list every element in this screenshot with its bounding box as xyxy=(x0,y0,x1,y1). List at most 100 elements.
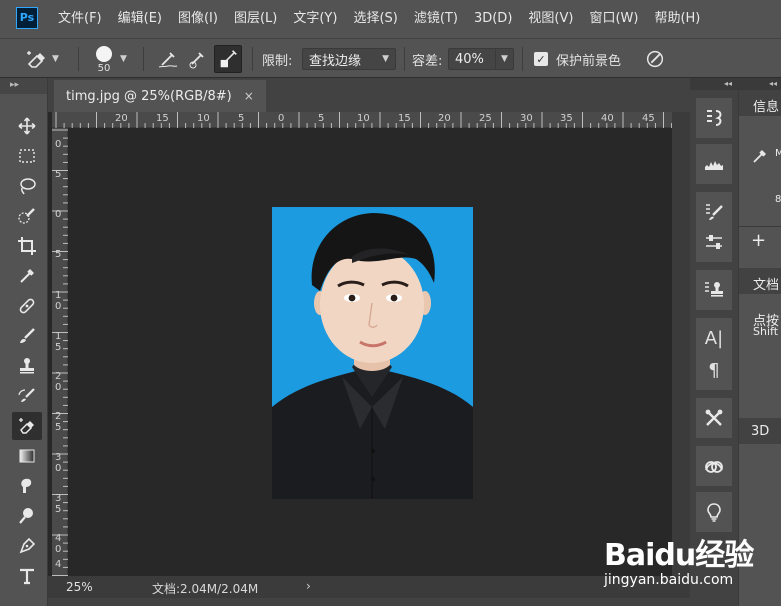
document-size: 文档:2.04M/2.04M xyxy=(152,582,259,596)
ruler-label: 2 xyxy=(55,371,62,382)
eyedropper-icon xyxy=(753,150,766,163)
menu-select[interactable]: 选择(S) xyxy=(345,0,405,38)
paragraph-panel-button[interactable]: ¶ xyxy=(696,350,732,390)
sampling-continuous-button[interactable] xyxy=(156,39,180,79)
hint-text-line2: Shift xyxy=(753,325,779,338)
watermark-url: jingyan.baidu.com xyxy=(604,572,734,588)
sampling-swatch-button[interactable] xyxy=(214,39,242,79)
status-bar-footer xyxy=(48,598,690,606)
info-bit-depth: 8 xyxy=(775,194,781,205)
menu-image[interactable]: 图像(I) xyxy=(170,0,226,38)
info-tab-label: 信息 xyxy=(753,100,780,115)
sampling-once-button[interactable] xyxy=(185,39,209,79)
ruler-label: 5 xyxy=(55,422,62,433)
histogram-panel-button[interactable] xyxy=(696,144,732,184)
background-eraser-icon xyxy=(19,418,34,434)
smudge-tool[interactable] xyxy=(12,472,42,500)
ruler-label: 20 xyxy=(115,113,128,124)
marquee-tool[interactable] xyxy=(12,142,42,170)
protect-foreground-checkbox[interactable]: ✓ xyxy=(534,52,548,66)
healing-brush-tool[interactable] xyxy=(12,292,42,320)
menu-file[interactable]: 文件(F) xyxy=(50,0,110,38)
dodge-tool[interactable] xyxy=(12,502,42,530)
menu-filter[interactable]: 滤镜(T) xyxy=(406,0,466,38)
brush-size-picker[interactable]: 50 ▼ xyxy=(92,39,127,79)
gradient-tool[interactable] xyxy=(12,442,42,470)
ruler-label: 10 xyxy=(357,113,370,124)
tolerance-dropdown-button[interactable]: ▼ xyxy=(495,49,513,69)
ruler-label: 5 xyxy=(238,113,245,124)
rectangle-marquee-icon xyxy=(19,149,35,163)
pen-icon xyxy=(19,537,36,554)
toolbar-collapse-button[interactable]: ▸▸ xyxy=(0,78,47,94)
sampling-swatch-icon xyxy=(220,50,237,68)
tool-presets-panel-button[interactable] xyxy=(696,398,732,438)
ruler-label: 20 xyxy=(438,113,451,124)
ruler-label: 5 xyxy=(318,113,325,124)
limits-select-value: 查找边缘 xyxy=(309,53,362,69)
lasso-icon xyxy=(20,178,36,195)
history-brush-tool[interactable] xyxy=(12,382,42,410)
pen-tool[interactable] xyxy=(12,532,42,560)
photoshop-logo[interactable]: Ps xyxy=(16,7,38,29)
protect-foreground-toggle[interactable]: ✓ 保护前景色 xyxy=(534,39,621,79)
divider xyxy=(78,47,79,71)
close-icon[interactable]: × xyxy=(244,89,254,103)
pen-pressure-icon xyxy=(646,50,664,68)
limits-label: 限制: xyxy=(262,53,293,69)
sliders-icon xyxy=(706,235,722,249)
horizontal-ruler[interactable]: 20 15 10 5 0 5 10 15 20 25 30 35 40 45 xyxy=(52,112,672,128)
menu-view[interactable]: 视图(V) xyxy=(520,0,581,38)
menu-type[interactable]: 文字(Y) xyxy=(285,0,345,38)
brush-tool[interactable] xyxy=(12,322,42,350)
limits-select[interactable]: 查找边缘 ▼ xyxy=(302,39,396,79)
type-tool[interactable] xyxy=(12,562,42,590)
gradient-icon xyxy=(19,449,35,463)
tolerance-input[interactable]: 40% ▼ xyxy=(448,39,514,79)
tool-preset-picker[interactable]: ▼ xyxy=(24,39,59,79)
brush-settings-icon xyxy=(706,204,723,220)
eyedropper-tool[interactable] xyxy=(12,262,42,290)
move-icon xyxy=(18,117,36,135)
ruler-label: 35 xyxy=(560,113,573,124)
vertical-ruler[interactable]: 0 5 0 5 1 0 1 5 2 0 2 5 3 0 3 5 4 0 4 xyxy=(52,128,68,576)
eyedropper-icon xyxy=(20,269,34,283)
background-eraser-tool[interactable] xyxy=(12,412,42,440)
clone-source-panel-button[interactable] xyxy=(696,270,732,310)
ruler-label: 3 xyxy=(55,493,62,504)
ruler-label: 5 xyxy=(55,169,62,180)
ruler-label: 0 xyxy=(55,544,62,555)
document-image[interactable] xyxy=(272,207,473,499)
quick-selection-tool[interactable] xyxy=(12,202,42,230)
menu-window[interactable]: 窗口(W) xyxy=(581,0,646,38)
libraries-panel-button[interactable] xyxy=(696,446,732,486)
menu-help[interactable]: 帮助(H) xyxy=(646,0,708,38)
crop-tool[interactable] xyxy=(12,232,42,260)
document-panel-tab[interactable]: 文档 xyxy=(739,268,781,294)
pressure-size-button[interactable] xyxy=(644,39,666,79)
zoom-level[interactable]: 25% xyxy=(66,580,93,594)
menu-3d[interactable]: 3D(D) xyxy=(466,0,520,38)
lasso-tool[interactable] xyxy=(12,172,42,200)
ruler-label: 15 xyxy=(398,113,411,124)
dock-collapse-button[interactable]: ◂◂ xyxy=(690,78,738,90)
adjustments-panel-button[interactable] xyxy=(696,222,732,262)
menu-edit[interactable]: 编辑(E) xyxy=(110,0,170,38)
clone-stamp-tool[interactable] xyxy=(12,352,42,380)
vertical-scrollbar[interactable] xyxy=(672,112,690,576)
info-panel-tab[interactable]: 信息 xyxy=(739,90,781,116)
bandage-icon xyxy=(19,298,35,314)
histogram-icon xyxy=(705,161,723,170)
status-menu-arrow-icon[interactable]: › xyxy=(306,579,311,593)
menu-layer[interactable]: 图层(L) xyxy=(226,0,285,38)
baidu-watermark: Baidu经验 jingyan.baidu.com xyxy=(596,520,781,600)
3d-panel-tab[interactable]: 3D xyxy=(739,418,781,444)
menu-items: 文件(F) 编辑(E) 图像(I) 图层(L) 文字(Y) 选择(S) 滤镜(T… xyxy=(50,0,708,38)
baidu-logo: Baidu经验 xyxy=(604,538,754,573)
history-panel-button[interactable] xyxy=(696,98,732,138)
smudge-icon xyxy=(21,478,32,493)
move-tool[interactable] xyxy=(12,112,42,140)
panel-collapse-button[interactable]: ◂◂ xyxy=(739,78,781,90)
document-tab[interactable]: timg.jpg @ 25%(RGB/8#) × xyxy=(54,80,266,112)
portrait-photo xyxy=(272,207,473,499)
